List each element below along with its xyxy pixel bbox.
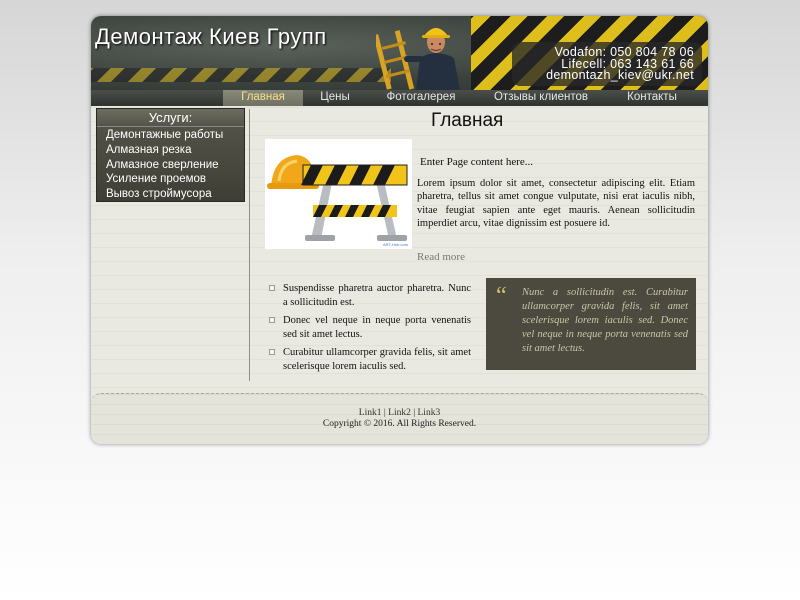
sidebar-item-debris-removal[interactable]: Вывоз строймусора xyxy=(106,187,212,201)
list-item: Curabitur ullamcorper gravida felis, sit… xyxy=(269,346,471,374)
worker-illustration xyxy=(376,28,460,90)
quote-box: “ Nunc a sollicitudin est. Curabitur ull… xyxy=(486,278,696,370)
sidebar-item-demolition[interactable]: Демонтажные работы xyxy=(106,128,223,142)
nav-item-prices[interactable]: Цены xyxy=(311,90,359,106)
contact-email[interactable]: demontazh_kiev@ukr.net xyxy=(512,69,694,82)
sidebar-item-diamond-drilling[interactable]: Алмазное сверление xyxy=(106,158,219,172)
services-sidebar: Услуги: Демонтажные работы Алмазная резк… xyxy=(96,108,245,202)
footer-link-2[interactable]: Link2 xyxy=(388,408,411,418)
nav-item-reviews[interactable]: Отзывы клиентов xyxy=(485,90,597,106)
sidebar-item-diamond-cutting[interactable]: Алмазная резка xyxy=(106,143,192,157)
hazard-stripe-band xyxy=(91,68,391,82)
site-title[interactable]: Демонтаж Киев Групп xyxy=(95,24,327,50)
nav-item-gallery[interactable]: Фотогалерея xyxy=(376,90,466,106)
site-footer: Link1 | Link2 | Link3 Copyright © 2016. … xyxy=(91,393,708,444)
content-divider xyxy=(249,109,250,381)
nav-item-contacts[interactable]: Контакты xyxy=(617,90,687,106)
footer-separator: | xyxy=(410,408,418,418)
quote-text: Nunc a sollicitudin est. Curabitur ullam… xyxy=(522,287,688,354)
footer-link-3[interactable]: Link3 xyxy=(418,408,441,418)
hero-image: ART-Hub.com xyxy=(265,139,412,249)
square-bullet-icon xyxy=(269,317,275,323)
read-more-link[interactable]: Read more xyxy=(417,251,465,263)
list-item: Donec vel neque in neque porta venenatis… xyxy=(269,314,471,342)
contact-box: Vodafon: 050 804 78 06 Lifecell: 063 143… xyxy=(512,42,702,86)
nav-item-home[interactable]: Главная xyxy=(223,90,303,106)
road-barrier-icon xyxy=(267,155,408,241)
quote-mark-icon: “ xyxy=(496,283,507,309)
sidebar-title: Услуги: xyxy=(97,109,244,127)
square-bullet-icon xyxy=(269,285,275,291)
image-credit: ART-Hub.com xyxy=(382,242,408,247)
list-item-text: Donec vel neque in neque porta venenatis… xyxy=(283,315,471,340)
bullet-list: Suspendisse pharetra auctor pharetra. Nu… xyxy=(269,282,471,378)
list-item-text: Curabitur ullamcorper gravida felis, sit… xyxy=(283,347,471,372)
lorem-paragraph: Lorem ipsum dolor sit amet, consectetur … xyxy=(417,178,695,229)
intro-text: Enter Page content here... xyxy=(420,156,534,168)
footer-link-1[interactable]: Link1 xyxy=(359,408,382,418)
square-bullet-icon xyxy=(269,349,275,355)
footer-links: Link1 | Link2 | Link3 xyxy=(91,408,708,418)
list-item-text: Suspendisse pharetra auctor pharetra. Nu… xyxy=(283,283,471,308)
page-title: Главная xyxy=(431,110,504,131)
site-header: Демонтаж Киев Групп Vodafon: 050 804 78 … xyxy=(91,16,708,90)
copyright-text: Copyright © 2016. All Rights Reserved. xyxy=(322,419,477,429)
page-container: Демонтаж Киев Групп Vodafon: 050 804 78 … xyxy=(91,16,708,444)
main-nav: Главная Цены Фотогалерея Отзывы клиентов… xyxy=(91,90,708,106)
sidebar-item-opening-reinforcement[interactable]: Усиление проемов xyxy=(106,172,206,186)
list-item: Suspendisse pharetra auctor pharetra. Nu… xyxy=(269,282,471,310)
